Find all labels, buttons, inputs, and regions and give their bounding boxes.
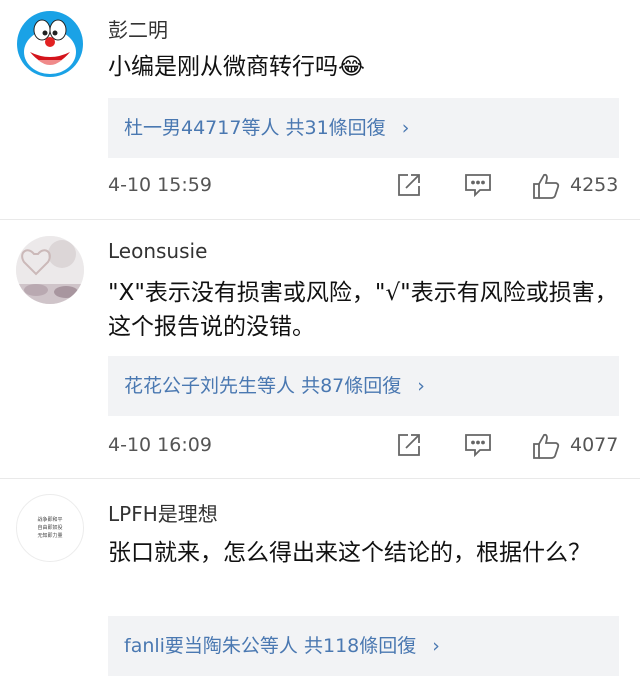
replies-total: 共118條回復 <box>303 635 417 657</box>
replies-people: fanli要当陶朱公等人 <box>124 635 298 657</box>
avatar[interactable] <box>16 236 84 304</box>
replies-link[interactable]: fanli要当陶朱公等人 共118條回復 › <box>108 616 619 676</box>
avatar[interactable]: 战争即和平 自由即奴役 无知即力量 <box>16 494 84 562</box>
avatar-line: 战争即和平 <box>37 517 63 523</box>
timestamp: 4-10 15:59 <box>108 174 212 196</box>
chevron-right-icon: › <box>417 375 425 397</box>
like-count: 4077 <box>570 434 619 456</box>
username[interactable]: 彭二明 <box>108 14 168 43</box>
divider <box>0 478 640 479</box>
avatar-line: 自由即奴役 <box>37 525 63 531</box>
doraemon-avatar-icon <box>17 11 83 77</box>
replies-total: 共31條回復 <box>285 117 386 139</box>
comment-text: 张口就来，怎么得出来这个结论的，根据什么？ <box>108 540 591 566</box>
username[interactable]: Leonsusie <box>108 239 207 263</box>
timestamp: 4-10 16:09 <box>108 434 212 456</box>
username[interactable]: LPFH是理想 <box>108 498 218 527</box>
comment-meta: 4-10 16:09 4077 <box>108 432 623 462</box>
share-icon[interactable] <box>396 172 422 198</box>
share-icon[interactable] <box>396 432 422 458</box>
replies-link[interactable]: 杜一男44717等人 共31條回復 › <box>108 98 619 158</box>
like-count: 4253 <box>570 174 619 196</box>
comment-meta: 4-10 15:59 4253 <box>108 172 623 202</box>
comment-icon[interactable] <box>464 432 492 458</box>
divider <box>0 219 640 220</box>
heart-photo-avatar-icon <box>16 236 84 304</box>
replies-people: 杜一男44717等人 <box>124 117 280 139</box>
comment-text: 小编是刚从微商转行吗😂 <box>108 54 365 80</box>
thumbs-up-icon[interactable] <box>532 432 560 460</box>
chevron-right-icon: › <box>401 117 410 139</box>
text-logo-avatar-icon: 战争即和平 自由即奴役 无知即力量 <box>17 495 83 561</box>
replies-link[interactable]: 花花公子刘先生等人 共87條回復 › <box>108 356 619 416</box>
thumbs-up-icon[interactable] <box>532 172 560 200</box>
replies-total: 共87條回復 <box>301 375 402 397</box>
chevron-right-icon: › <box>432 635 440 657</box>
avatar-line: 无知即力量 <box>37 533 63 539</box>
comment-icon[interactable] <box>464 172 492 198</box>
avatar[interactable] <box>16 10 84 78</box>
replies-people: 花花公子刘先生等人 <box>124 375 296 397</box>
comment-text: "X"表示没有损害或风险，"√"表示有风险或损害，这个报告说的没错。 <box>108 280 618 340</box>
